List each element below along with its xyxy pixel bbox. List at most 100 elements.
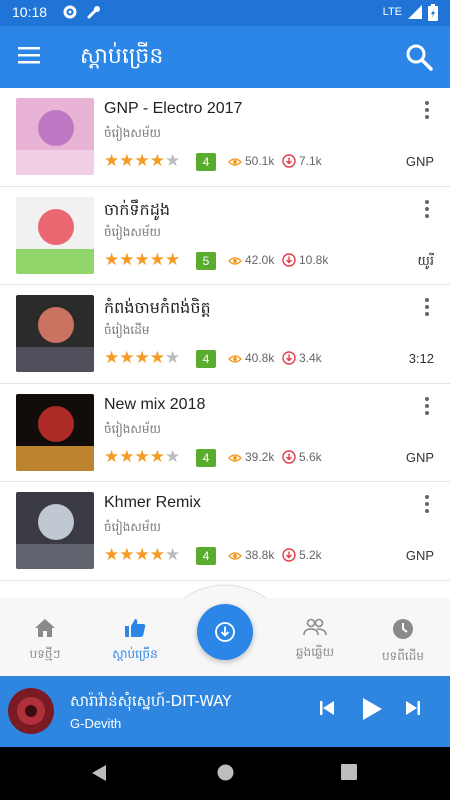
next-icon[interactable] <box>404 698 422 722</box>
download-small-icon <box>282 548 296 565</box>
star-empty-icon: ★ <box>165 151 181 171</box>
more-vert-icon[interactable] <box>424 396 434 418</box>
star-filled-icon: ★ <box>119 249 135 270</box>
thumbs-up-icon <box>124 619 146 642</box>
download-count-text: 10.8k <box>299 252 329 267</box>
star-rating: ★★★★★ <box>104 349 180 367</box>
battery-icon <box>428 4 438 25</box>
star-rating: ★★★★★ <box>104 152 180 170</box>
nav-item-duet[interactable]: ឆ្លងឆ្លើយ <box>270 618 360 662</box>
download-fab[interactable] <box>197 604 253 660</box>
star-filled-icon: ★ <box>104 348 120 368</box>
download-count: 5.6k <box>282 450 322 467</box>
more-vert-icon[interactable] <box>424 100 434 122</box>
more-vert-icon[interactable] <box>424 494 434 516</box>
page-title: ស្តាប់ច្រើន <box>80 44 164 69</box>
song-tag: GNP <box>405 449 434 465</box>
star-filled-icon: ★ <box>149 151 165 171</box>
star-filled-icon: ★ <box>104 545 120 565</box>
more-vert-icon[interactable] <box>424 199 434 221</box>
view-count-text: 42.0k <box>245 252 275 267</box>
star-filled-icon: ★ <box>149 446 165 467</box>
star-filled-icon: ★ <box>149 249 165 270</box>
wrench-icon <box>86 4 102 24</box>
back-icon[interactable] <box>91 764 107 786</box>
rating-badge: 4 <box>196 153 216 171</box>
star-filled-icon: ★ <box>119 446 135 467</box>
status-bar: 10:18 LTE <box>0 0 450 26</box>
song-category: ចំរៀងសម័យ <box>104 126 161 140</box>
search-icon[interactable] <box>404 42 434 72</box>
song-row[interactable]: New mix 2018 ចំរៀងសម័យ ★★★★★ 4 39.2k 5.6… <box>0 384 450 482</box>
signal-icon <box>408 4 422 23</box>
play-icon[interactable] <box>360 696 384 726</box>
now-playing-title: សារ៉ាវ៉ាន់សុំស្នេហ៍-DIT-WAY <box>70 692 232 710</box>
song-tag: 3:12 <box>408 351 434 366</box>
now-playing-art <box>8 688 54 734</box>
star-filled-icon: ★ <box>119 151 135 171</box>
song-row[interactable]: Khmer Remix ចំរៀងសម័យ ★★★★★ 4 38.8k 5.2k… <box>0 482 450 581</box>
star-filled-icon: ★ <box>134 151 150 171</box>
previous-icon[interactable] <box>318 698 336 722</box>
star-filled-icon: ★ <box>119 545 135 565</box>
status-time: 10:18 <box>12 4 48 20</box>
star-filled-icon: ★ <box>134 446 150 467</box>
star-filled-icon: ★ <box>165 249 181 270</box>
menu-icon[interactable] <box>16 44 44 70</box>
more-vert-icon[interactable] <box>424 297 434 319</box>
star-filled-icon: ★ <box>134 545 150 565</box>
rating-badge: 5 <box>196 251 216 270</box>
song-category: ចំរៀងសម័យ <box>104 224 161 239</box>
view-count: 39.2k <box>228 450 274 466</box>
network-type: LTE <box>382 6 402 18</box>
download-count: 10.8k <box>282 253 328 270</box>
settings-gear-icon <box>62 4 78 24</box>
download-count-text: 5.6k <box>299 449 322 464</box>
rating-badge: 4 <box>196 547 216 565</box>
download-count: 5.2k <box>282 548 322 565</box>
song-thumbnail <box>16 492 94 569</box>
star-empty-icon: ★ <box>165 545 181 565</box>
nav-item-classic[interactable]: បទពីដើម <box>358 618 448 666</box>
view-count-text: 50.1k <box>245 154 275 168</box>
download-count: 7.1k <box>282 154 322 171</box>
home-button-icon[interactable] <box>217 764 234 785</box>
star-filled-icon: ★ <box>149 348 165 368</box>
eye-icon <box>228 550 242 564</box>
people-icon <box>303 618 327 640</box>
song-row[interactable]: កំពង់ចាមកំពង់ចិត្ត ចំរៀងដើម ★★★★★ 4 40.8… <box>0 285 450 384</box>
song-thumbnail <box>16 295 94 372</box>
home-icon <box>34 619 56 642</box>
eye-icon <box>228 353 242 367</box>
song-list[interactable]: GNP - Electro 2017 ចំរៀងសម័យ ★★★★★ 4 50.… <box>0 88 450 598</box>
nav-label-new: បទថ្មីៗ <box>29 647 61 661</box>
now-playing-bar[interactable]: សារ៉ាវ៉ាន់សុំស្នេហ៍-DIT-WAY G-Devith <box>0 676 450 747</box>
system-nav-bar <box>0 747 450 800</box>
song-tag: GNP <box>405 548 434 563</box>
song-tag: GNP <box>405 154 434 169</box>
download-icon <box>214 621 236 647</box>
song-row[interactable]: ចាក់ទឹកដូង ចំរៀងសម័យ ★★★★★ 5 42.0k 10.8k… <box>0 187 450 285</box>
view-count-text: 40.8k <box>245 351 275 365</box>
song-title: ចាក់ទឹកដូង <box>104 201 171 219</box>
song-title: Khmer Remix <box>104 494 201 511</box>
nav-item-new[interactable]: បទថ្មីៗ <box>0 618 90 664</box>
star-filled-icon: ★ <box>134 249 150 270</box>
rating-badge: 4 <box>196 350 216 368</box>
download-count-text: 7.1k <box>299 154 322 168</box>
star-empty-icon: ★ <box>165 348 181 368</box>
nav-label-duet: ឆ្លងឆ្លើយ <box>295 645 335 659</box>
nav-item-popular[interactable]: ស្តាប់ច្រើន <box>90 618 180 664</box>
star-rating: ★★★★★ <box>104 251 180 269</box>
clock-icon <box>392 619 414 644</box>
star-filled-icon: ★ <box>134 348 150 368</box>
star-filled-icon: ★ <box>104 151 120 171</box>
song-row[interactable]: GNP - Electro 2017 ចំរៀងសម័យ ★★★★★ 4 50.… <box>0 88 450 187</box>
recents-icon[interactable] <box>341 764 357 784</box>
song-category: ចំរៀងសម័យ <box>104 520 161 534</box>
rating-badge: 4 <box>196 448 216 467</box>
app-bar: ស្តាប់ច្រើន <box>0 26 450 88</box>
download-small-icon <box>282 449 296 467</box>
view-count: 50.1k <box>228 154 274 170</box>
download-count-text: 5.2k <box>299 548 322 562</box>
